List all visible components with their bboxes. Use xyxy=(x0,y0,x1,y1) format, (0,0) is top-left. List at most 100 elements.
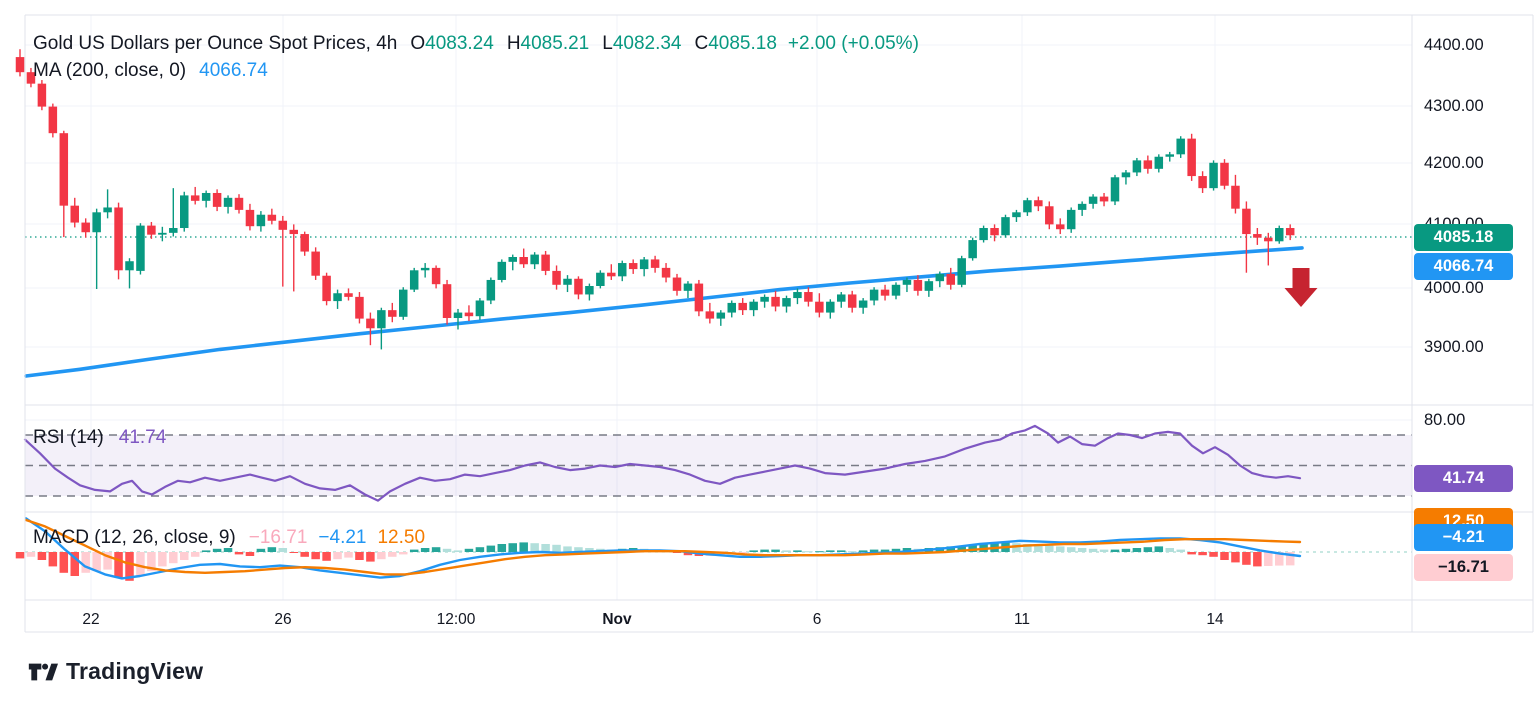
candle-body xyxy=(476,300,485,316)
macd-histogram-bar xyxy=(16,552,25,558)
macd-histogram-bar xyxy=(235,552,244,554)
candle-body xyxy=(1034,200,1043,206)
price-axis-label[interactable]: 4000.00 xyxy=(1424,278,1528,298)
candle-body xyxy=(300,234,309,252)
macd-histogram-bar xyxy=(333,552,342,559)
candle-body xyxy=(695,284,704,312)
macd-histogram-bar xyxy=(476,547,485,552)
candle-body xyxy=(399,290,408,317)
candle-body xyxy=(552,271,561,285)
time-axis-label[interactable]: 14 xyxy=(1180,611,1250,629)
candlestick-chart-canvas[interactable] xyxy=(0,0,1536,705)
price-axis-label[interactable]: 80.00 xyxy=(1424,410,1528,430)
macd-histogram-bar xyxy=(169,552,178,563)
candle-body xyxy=(859,300,868,307)
candle-body xyxy=(760,297,769,302)
candle-body xyxy=(574,279,583,295)
macd-histogram-bar xyxy=(1166,548,1175,552)
candle-body xyxy=(651,259,660,267)
candle-body xyxy=(1144,160,1153,168)
candle-body xyxy=(454,313,463,318)
candle-body xyxy=(848,294,857,307)
candle-body xyxy=(563,279,572,285)
macd-legend-row[interactable]: MACD (12, 26, close, 9)−16.71−4.2112.50 xyxy=(33,527,425,549)
price-axis-label[interactable]: 4300.00 xyxy=(1424,96,1528,116)
candle-body xyxy=(443,284,452,318)
current-price-badge: 4085.18 xyxy=(1414,224,1513,251)
candle-body xyxy=(49,107,58,134)
macd-histogram-bar xyxy=(1144,547,1153,552)
rsi-legend-row[interactable]: RSI (14)41.74 xyxy=(33,427,166,449)
candle-body xyxy=(1253,234,1262,238)
macd-histogram-bar xyxy=(530,543,539,552)
candle-body xyxy=(498,262,507,280)
ma-legend-row[interactable]: MA (200, close, 0)4066.74 xyxy=(33,60,268,82)
price-axis-label[interactable]: 4200.00 xyxy=(1424,153,1528,173)
candle-body xyxy=(1001,217,1010,235)
macd-histogram-bar xyxy=(344,552,353,558)
ohlc-close: C4085.18 xyxy=(695,33,777,54)
macd-histogram-bar xyxy=(92,552,101,571)
candle-body xyxy=(673,278,682,291)
candle-body xyxy=(169,228,178,233)
candle-body xyxy=(815,302,824,313)
candle-body xyxy=(738,303,747,310)
macd-histogram-bar xyxy=(793,550,802,552)
candle-body xyxy=(60,133,69,205)
macd-histogram-bar xyxy=(432,547,441,552)
price-axis-label[interactable]: 4400.00 xyxy=(1424,35,1528,55)
macd-histogram-bar xyxy=(498,544,507,552)
time-axis-label[interactable]: 26 xyxy=(248,611,318,629)
macd-histogram-bar xyxy=(1198,552,1207,555)
candle-body xyxy=(771,297,780,307)
candle-body xyxy=(257,215,266,226)
candle-body xyxy=(213,193,222,207)
candle-body xyxy=(1111,177,1120,201)
candle-body xyxy=(1176,139,1185,155)
candle-body xyxy=(936,274,945,281)
macd-histogram-bar xyxy=(1078,548,1087,552)
macd-histogram-bar xyxy=(487,546,496,552)
candle-body xyxy=(180,195,189,228)
macd-histogram-bar xyxy=(1056,546,1065,552)
candle-body xyxy=(925,281,934,291)
candle-body xyxy=(903,280,912,285)
time-axis-label[interactable]: 12:00 xyxy=(421,611,491,629)
tradingview-logo-icon xyxy=(28,659,58,685)
time-axis-label[interactable]: 11 xyxy=(987,611,1057,629)
macd-histogram-bar xyxy=(552,545,561,552)
candle-body xyxy=(235,198,244,210)
macd-histogram-bar xyxy=(81,552,90,573)
candle-body xyxy=(519,257,528,264)
candle-body xyxy=(1187,139,1196,176)
price-axis-label[interactable]: 3900.00 xyxy=(1424,337,1528,357)
candle-body xyxy=(1089,197,1098,204)
candle-body xyxy=(728,303,737,313)
ma-label: MA (200, close, 0) xyxy=(33,60,186,81)
time-axis-label[interactable]: Nov xyxy=(582,611,652,629)
candle-body xyxy=(793,292,802,298)
candle-body xyxy=(421,268,430,270)
symbol-header[interactable]: Gold US Dollars per Ounce Spot Prices, 4… xyxy=(33,33,919,55)
candle-body xyxy=(870,290,879,301)
macd-hist-badge: −16.71 xyxy=(1414,554,1513,581)
macd-histogram-bar xyxy=(1122,549,1131,552)
macd-histogram-bar xyxy=(38,552,47,560)
candle-body xyxy=(837,294,846,301)
macd-histogram-bar xyxy=(519,542,528,552)
candle-body xyxy=(541,255,550,271)
candle-body xyxy=(136,226,145,271)
candle-body xyxy=(355,297,364,319)
macd-histogram-bar xyxy=(837,550,846,552)
time-axis-label[interactable]: 6 xyxy=(782,611,852,629)
ma200-line xyxy=(26,248,1302,376)
candle-body xyxy=(947,274,956,285)
candle-body xyxy=(968,240,977,258)
candle-body xyxy=(979,228,988,240)
macd-histogram-bar xyxy=(1209,552,1218,557)
candle-body xyxy=(432,268,441,284)
tradingview-attribution[interactable]: TradingView xyxy=(28,658,203,685)
candle-body xyxy=(1242,209,1251,234)
candle-body xyxy=(1100,197,1109,202)
time-axis-label[interactable]: 22 xyxy=(56,611,126,629)
